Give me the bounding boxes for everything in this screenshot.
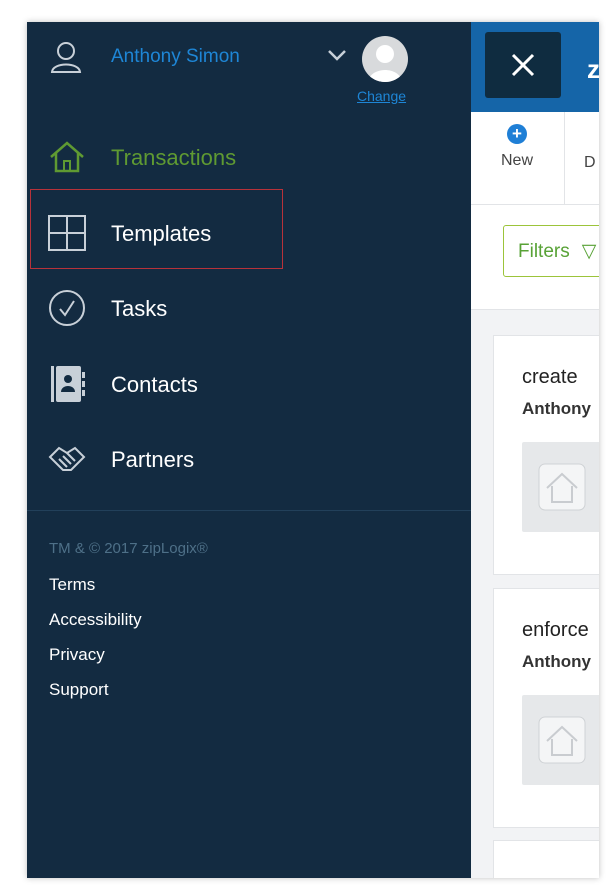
nav-item-transactions[interactable]: Transactions: [27, 125, 471, 185]
address-book-icon: [51, 366, 85, 402]
grid-icon: [48, 215, 86, 251]
new-button[interactable]: + New: [495, 124, 539, 170]
transaction-card[interactable]: enforce Anthony: [493, 588, 599, 828]
card-thumbnail: [522, 695, 599, 785]
funnel-icon: ▽: [581, 241, 597, 262]
filters-bar: Filters ▽: [471, 205, 599, 310]
house-logo-icon: [538, 716, 586, 764]
transaction-card[interactable]: [493, 840, 599, 878]
house-logo-icon: [538, 463, 586, 511]
handshake-icon: [48, 446, 86, 471]
filters-button[interactable]: Filters ▽: [503, 225, 599, 277]
privacy-link[interactable]: Privacy: [49, 645, 105, 665]
nav-item-templates[interactable]: Templates: [27, 201, 471, 261]
support-link[interactable]: Support: [49, 680, 109, 700]
avatar-silhouette-icon: [368, 45, 402, 82]
user-icon: [50, 42, 82, 73]
toolbar-next-button[interactable]: D: [584, 154, 596, 172]
card-owner: Anthony: [522, 652, 591, 671]
home-icon: [50, 141, 84, 173]
drawer-divider: [27, 510, 471, 511]
copyright-text: TM & © 2017 zipLogix®: [49, 540, 208, 557]
app-logo-text: z: [587, 54, 599, 84]
plus-icon: +: [507, 124, 527, 144]
nav-item-tasks[interactable]: Tasks: [27, 276, 471, 336]
filters-label: Filters: [518, 241, 570, 262]
check-circle-icon: [49, 290, 85, 326]
toolbar: + New D: [471, 112, 599, 205]
nav-item-label: Tasks: [111, 296, 168, 321]
app-frame: z + New D Filters ▽ create Anthony enfor…: [27, 22, 599, 878]
transaction-card[interactable]: create Anthony: [493, 335, 599, 575]
main-app: z + New D Filters ▽ create Anthony enfor…: [471, 22, 599, 878]
close-icon: [511, 53, 535, 77]
accessibility-link[interactable]: Accessibility: [49, 610, 142, 630]
nav-drawer: Anthony Simon Change Transactions Templa…: [27, 22, 471, 878]
nav-item-label: Partners: [111, 447, 195, 472]
nav-item-label: Templates: [111, 221, 212, 246]
chevron-down-icon[interactable]: [327, 48, 347, 62]
user-name[interactable]: Anthony Simon: [111, 46, 240, 68]
nav-item-label: Contacts: [111, 372, 198, 397]
close-button[interactable]: [485, 32, 561, 98]
app-header: z: [471, 22, 599, 112]
card-title: create: [522, 366, 578, 388]
card-title: enforce: [522, 619, 589, 641]
nav-item-partners[interactable]: Partners: [27, 427, 471, 487]
terms-link[interactable]: Terms: [49, 575, 95, 595]
avatar[interactable]: [362, 36, 408, 82]
toolbar-divider: [564, 112, 565, 204]
new-button-label: New: [500, 152, 533, 169]
card-thumbnail: [522, 442, 599, 532]
card-owner: Anthony: [522, 399, 591, 418]
nav-item-contacts[interactable]: Contacts: [27, 352, 471, 412]
change-avatar-link[interactable]: Change: [357, 88, 406, 104]
nav-item-label: Transactions: [111, 145, 237, 170]
